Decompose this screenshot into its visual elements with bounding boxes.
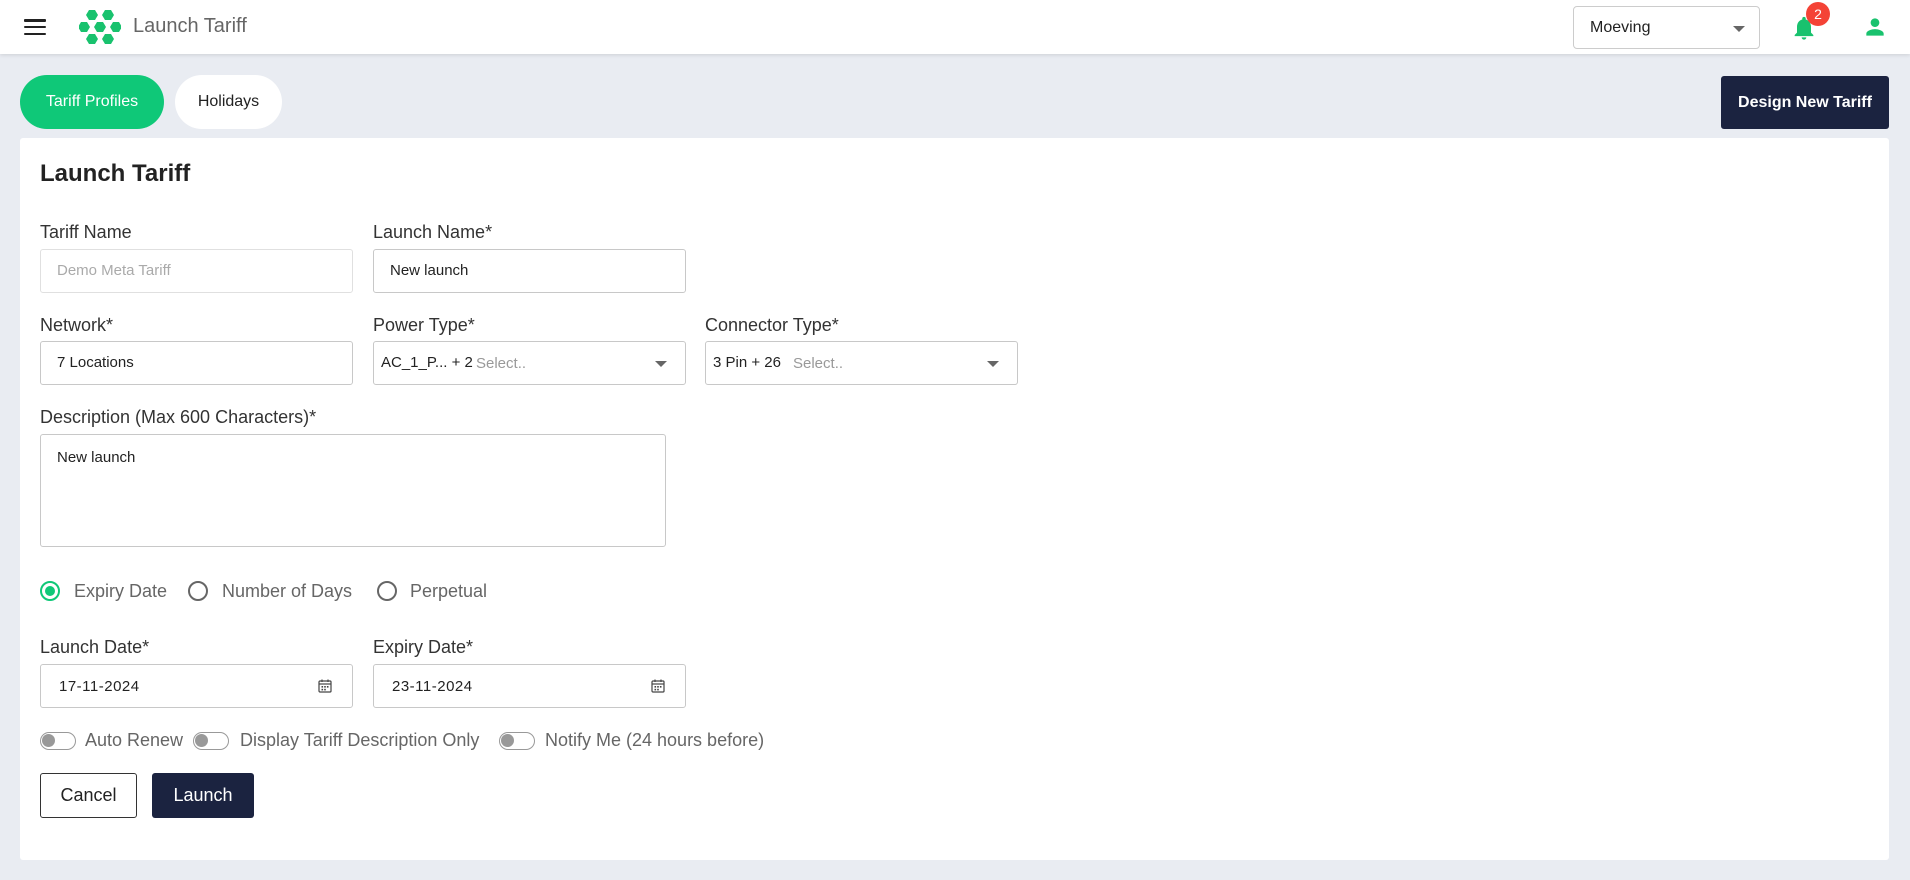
connector-type-select[interactable]: 3 Pin + 26 Select.. <box>705 341 1018 385</box>
launch-name-label: Launch Name* <box>373 222 493 242</box>
auto-renew-label: Auto Renew <box>85 730 184 750</box>
chevron-down-icon[interactable] <box>987 361 999 367</box>
top-bar: Launch Tariff Moeving 2 <box>0 0 1910 54</box>
description-label: Description (Max 600 Characters)* <box>40 407 317 427</box>
calendar-icon[interactable] <box>651 679 665 693</box>
connector-type-label: Connector Type* <box>705 315 839 335</box>
notify-me-label: Notify Me (24 hours before) <box>545 730 765 750</box>
power-type-selected: AC_1_P... + 2 <box>381 354 473 371</box>
connector-type-selected: 3 Pin + 26 <box>713 354 781 371</box>
radio-expiry-date[interactable] <box>40 581 60 601</box>
user-icon[interactable] <box>1862 14 1888 40</box>
auto-renew-toggle[interactable] <box>40 732 76 750</box>
notify-me-toggle[interactable] <box>499 732 535 750</box>
radio-perpetual-label[interactable]: Perpetual <box>410 581 487 602</box>
network-value: 7 Locations <box>57 354 134 371</box>
network-label: Network* <box>40 315 114 335</box>
radio-number-of-days[interactable] <box>188 581 208 601</box>
tariff-name-label: Tariff Name <box>40 222 132 242</box>
tariff-name-placeholder: Demo Meta Tariff <box>57 262 171 279</box>
tab-tariff-profiles[interactable]: Tariff Profiles <box>20 75 164 129</box>
page-title: Launch Tariff <box>40 160 191 187</box>
menu-icon[interactable] <box>24 19 46 36</box>
description-textarea[interactable]: New launch <box>40 434 666 547</box>
calendar-icon[interactable] <box>318 679 332 693</box>
tariff-name-field: Demo Meta Tariff <box>40 249 353 293</box>
connector-type-placeholder: Select.. <box>793 355 844 372</box>
launch-name-input[interactable]: New launch <box>373 249 686 293</box>
chevron-down-icon <box>1733 26 1745 32</box>
design-new-tariff-button[interactable]: Design New Tariff <box>1721 76 1889 129</box>
network-input[interactable]: 7 Locations <box>40 341 353 385</box>
launch-date-value: 17-11-2024 <box>59 678 140 695</box>
hexagon-logo <box>79 10 121 44</box>
radio-expiry-date-label[interactable]: Expiry Date <box>74 581 167 602</box>
description-value: New launch <box>57 449 136 466</box>
launch-date-label: Launch Date* <box>40 637 150 657</box>
launch-name-value: New launch <box>390 262 469 279</box>
radio-number-of-days-label[interactable]: Number of Days <box>222 581 352 602</box>
radio-perpetual[interactable] <box>377 581 397 601</box>
power-type-select[interactable]: AC_1_P... + 2 Select.. <box>373 341 686 385</box>
expiry-date-label: Expiry Date* <box>373 637 474 657</box>
chevron-down-icon[interactable] <box>655 361 667 367</box>
organization-select-value: Moeving <box>1590 19 1651 36</box>
notification-badge: 2 <box>1806 2 1830 26</box>
power-type-label: Power Type* <box>373 315 475 335</box>
display-description-toggle[interactable] <box>193 732 229 750</box>
expiry-date-input[interactable]: 23-11-2024 <box>373 664 686 708</box>
app-title: Launch Tariff <box>133 15 247 37</box>
launch-date-input[interactable]: 17-11-2024 <box>40 664 353 708</box>
expiry-date-value: 23-11-2024 <box>392 678 473 695</box>
display-description-label: Display Tariff Description Only <box>240 730 480 750</box>
organization-select[interactable]: Moeving <box>1573 6 1760 49</box>
power-type-placeholder: Select.. <box>476 355 527 372</box>
cancel-button[interactable]: Cancel <box>40 773 137 818</box>
tab-holidays[interactable]: Holidays <box>175 75 282 129</box>
launch-button[interactable]: Launch <box>152 773 254 818</box>
